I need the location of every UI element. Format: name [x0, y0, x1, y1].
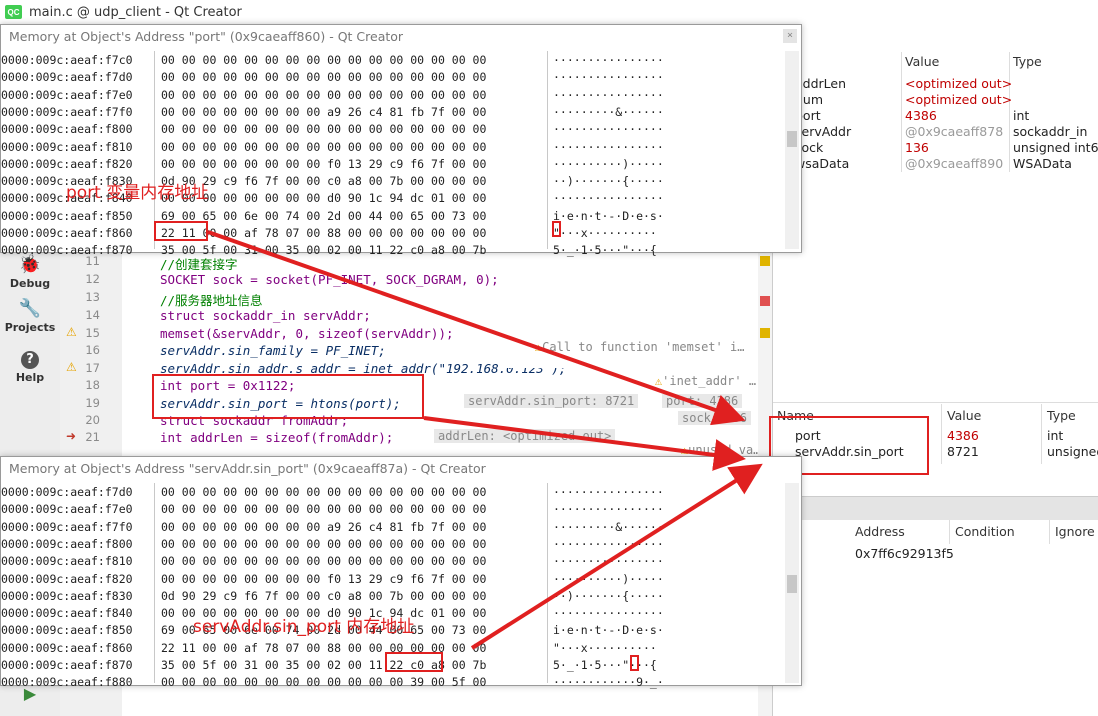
arrow-sinport — [470, 463, 763, 650]
arrow-port — [207, 230, 746, 426]
arrow-code — [423, 416, 746, 471]
annotation-arrows — [207, 230, 763, 650]
